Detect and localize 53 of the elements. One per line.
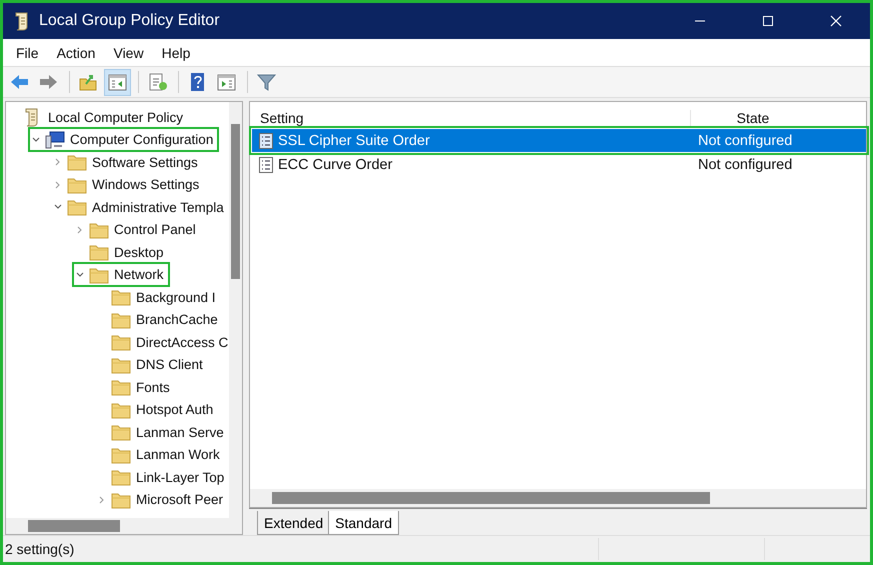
tree-item[interactable]: Windows Settings [92,177,200,192]
tab[interactable]: Extended [257,511,330,535]
folder-arrow-icon [78,72,99,92]
window-title: Local Group Policy Editor [39,12,221,30]
pane-icon [107,72,128,92]
setting-name: ECC Curve Order [278,156,394,172]
menu-item[interactable]: Help [152,44,200,60]
menu-item[interactable]: Action [48,44,104,60]
tree-item[interactable]: Microsoft Peer [136,492,224,508]
filter-icon [256,72,277,92]
scrollbar[interactable] [6,518,242,534]
setting-state: Not configured [698,156,794,172]
policy-setting-icon [258,132,274,150]
computer-icon [45,130,65,150]
column-header[interactable]: Setting [250,110,691,126]
tree-item[interactable]: Lanman Serve [136,424,224,440]
tree-item[interactable]: Link-Layer Top [136,470,224,485]
policy-setting-icon [258,156,274,174]
tree-item[interactable]: Computer Configuration [70,132,214,148]
tree-item[interactable]: DirectAccess C [136,334,228,350]
scrollbar-thumb[interactable] [272,492,710,504]
list-row[interactable]: SSL Cipher Suite Order Not configured [252,129,866,152]
tree-item[interactable]: Local Computer Policy [48,110,184,125]
pane-icon [216,72,237,92]
scrollbar[interactable] [249,489,867,508]
tree-item[interactable]: Administrative Templa [92,200,224,215]
forward-arrow-icon [38,72,59,92]
tree-item[interactable]: Fonts [136,380,170,395]
maximize-icon [762,15,774,27]
tree-item[interactable]: Software Settings [92,154,198,170]
status-text: 2 setting(s) [4,541,76,557]
tree-item[interactable]: Background I [136,290,216,305]
back-arrow-icon [9,72,30,92]
tree-item[interactable]: DNS Client [136,357,203,372]
list-row[interactable]: ECC Curve Order Not configured [252,153,866,176]
tree-item[interactable]: BranchCache [136,312,218,328]
tree-item[interactable]: Hotspot Auth [136,402,214,418]
scrollbar-thumb[interactable] [231,124,240,279]
tab[interactable]: Standard [328,511,399,535]
tree-item[interactable]: Network [114,267,164,282]
export-list-icon [147,72,168,92]
menu-item[interactable]: File [7,44,48,60]
close-icon [830,15,842,27]
scrollbar[interactable] [229,102,242,518]
setting-name: SSL Cipher Suite Order [278,132,431,148]
menu-item[interactable]: View [104,44,153,60]
tree-item[interactable]: Desktop [114,244,164,260]
setting-state: Not configured [698,132,794,148]
column-header[interactable]: State [691,110,815,126]
toolbar-button[interactable] [104,68,131,96]
scrollbar-thumb[interactable] [28,520,120,532]
tree-item[interactable]: Control Panel [114,222,196,238]
tree-item[interactable]: Lanman Work [136,447,220,462]
